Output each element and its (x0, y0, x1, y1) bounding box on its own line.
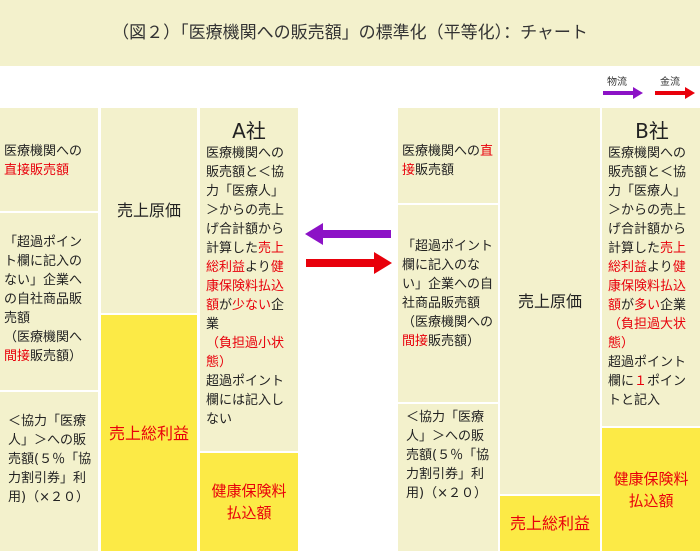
page-title: （図２）「医療機関への販売額」の標準化（平等化）：チャート (112, 23, 588, 43)
goods-flow-arrow-icon (305, 223, 391, 245)
a-gross-profit: 売上総利益 (101, 315, 197, 551)
b-indirect-sales: 「超過ポイント欄に記入のない」企業への自社商品販売額 （医療機関への 間接販売額… (398, 205, 498, 402)
b-cost-of-sales: 売上原価 (500, 108, 600, 494)
a-description: A社 医療機関への販売額と＜協力「医療人」＞からの売上げ合計額から計算した売上総… (200, 108, 298, 451)
b-gross-profit: 売上総利益 (500, 496, 600, 551)
legend-money-arrow-icon (655, 87, 695, 99)
b-direct-sales: 医療機関への直接販売額 (398, 108, 498, 203)
b-company-name: B社 (635, 119, 669, 143)
a-kyoryoku-sales: ＜協力「医療人」＞への販売額(５％「協力割引券」利用)（×２０） (0, 392, 98, 551)
money-flow-arrow-icon (306, 252, 392, 274)
b-description: B社 医療機関への販売額と＜協力「医療人」＞からの売上げ合計額から計算した売上総… (602, 108, 700, 426)
legend-goods-arrow-icon (603, 87, 643, 99)
a-company-name: A社 (232, 119, 266, 143)
a-cost-of-sales: 売上原価 (101, 108, 197, 313)
b-kyoryoku-sales: ＜協力「医療人」＞への販売額(５％「協力割引券」利用)（×２０） (398, 404, 498, 551)
legend-money-label: 金流 (660, 77, 680, 88)
a-indirect-sales: 「超過ポイント欄に記入のない」企業への自社商品販売額 （医療機関へ 間接販売額） (0, 213, 98, 390)
legend-goods-label: 物流 (607, 77, 627, 88)
b-insurance-payment: 健康保険料払込額 (602, 428, 700, 551)
a-insurance-payment: 健康保険料払込額 (200, 453, 298, 551)
a-direct-sales: 医療機関への直接販売額 (0, 108, 98, 211)
